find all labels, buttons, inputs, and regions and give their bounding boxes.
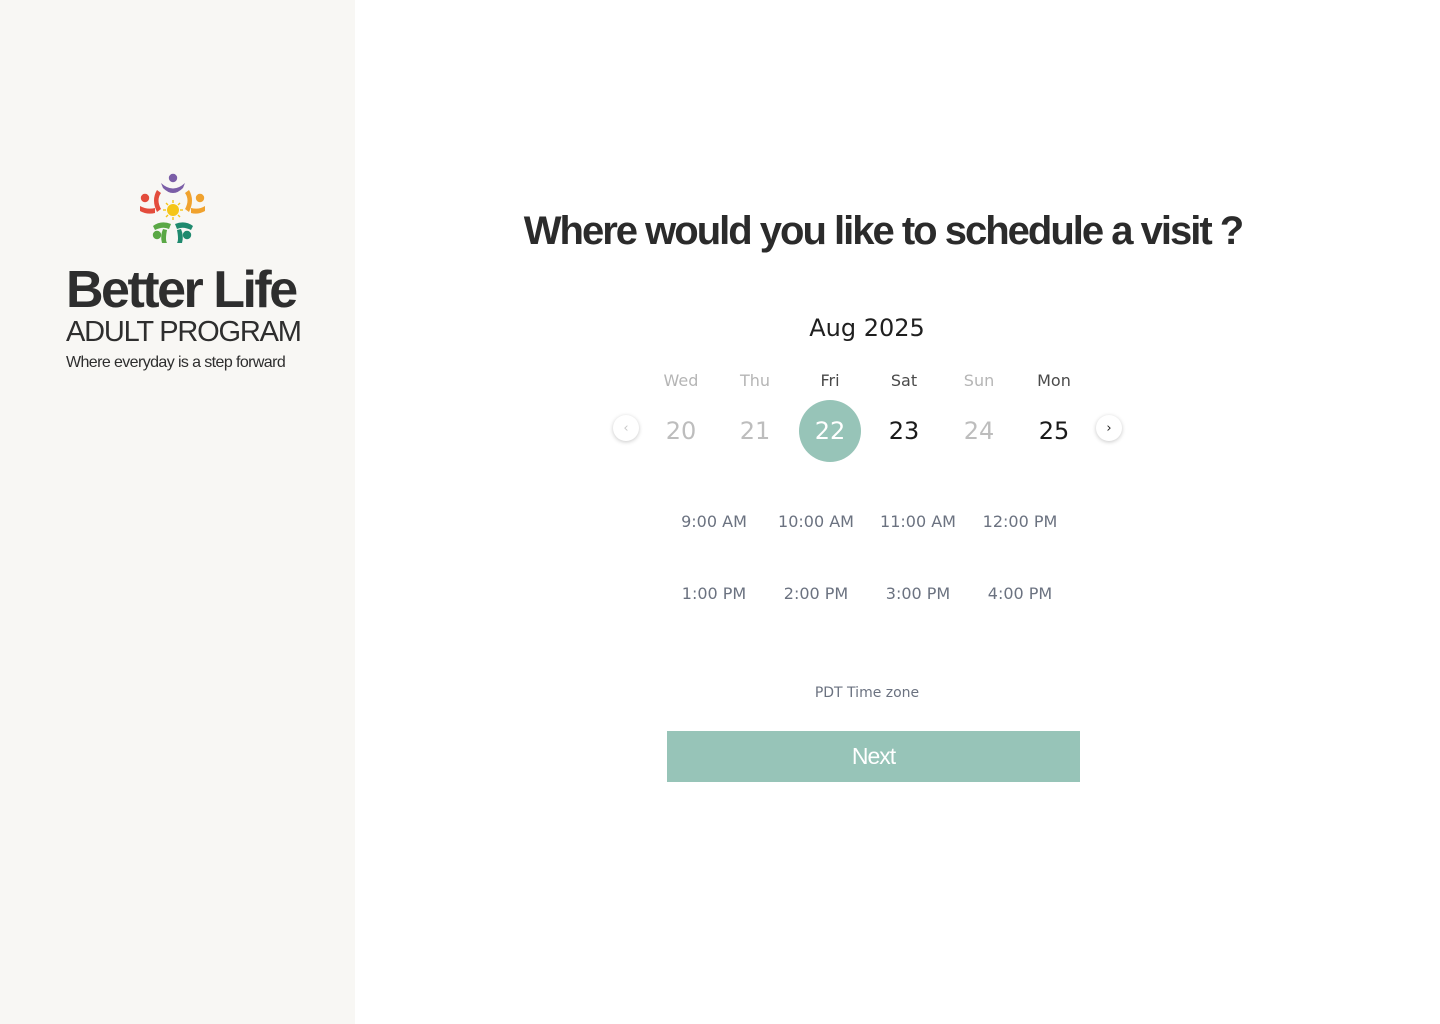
page-title: Where would you like to schedule a visit… — [523, 209, 1244, 253]
brand-tagline: Where everyday is a step forward — [66, 354, 286, 371]
day-fri[interactable]: Fri 22 — [799, 370, 861, 462]
day-of-week-label: Thu — [739, 371, 771, 390]
day-of-week-label: Sun — [963, 371, 995, 390]
day-sat[interactable]: Sat 23 — [873, 370, 935, 462]
brand-subtitle: ADULT PROGRAM — [66, 316, 302, 348]
day-of-week-label: Mon — [1037, 371, 1071, 390]
day-sun[interactable]: Sun 24 — [948, 370, 1010, 462]
day-thu[interactable]: Thu 21 — [724, 370, 786, 462]
time-slot[interactable]: 4:00 PM — [970, 579, 1070, 609]
people-circle-logo-icon — [140, 173, 205, 243]
next-week-button[interactable]: › — [1096, 415, 1122, 441]
next-button[interactable]: Next — [667, 731, 1080, 782]
time-slot[interactable]: 12:00 PM — [970, 507, 1070, 537]
day-number[interactable]: 25 — [1023, 400, 1085, 462]
timezone-label: PDT Time zone — [814, 685, 920, 701]
time-slot[interactable]: 3:00 PM — [868, 579, 968, 609]
time-slot[interactable]: 9:00 AM — [664, 507, 764, 537]
time-slot[interactable]: 2:00 PM — [766, 579, 866, 609]
brand-sidebar: Better Life ADULT PROGRAM Where everyday… — [0, 0, 355, 1024]
day-number[interactable]: 22 — [799, 400, 861, 462]
time-slot[interactable]: 10:00 AM — [766, 507, 866, 537]
time-slot[interactable]: 1:00 PM — [664, 579, 764, 609]
day-wed[interactable]: Wed 20 — [650, 370, 712, 462]
day-mon[interactable]: Mon 25 — [1023, 370, 1085, 462]
day-number[interactable]: 23 — [873, 400, 935, 462]
brand-title: Better Life — [66, 261, 298, 319]
day-of-week-label: Fri — [820, 371, 840, 390]
prev-week-button[interactable]: ‹ — [613, 415, 639, 441]
chevron-left-icon: ‹ — [623, 420, 629, 436]
day-number[interactable]: 20 — [650, 400, 712, 462]
time-slot[interactable]: 11:00 AM — [868, 507, 968, 537]
day-of-week-label: Wed — [663, 371, 699, 390]
month-label: Aug 2025 — [809, 314, 925, 342]
day-number[interactable]: 21 — [724, 400, 786, 462]
day-of-week-label: Sat — [890, 371, 918, 390]
chevron-right-icon: › — [1106, 420, 1112, 436]
day-number[interactable]: 24 — [948, 400, 1010, 462]
